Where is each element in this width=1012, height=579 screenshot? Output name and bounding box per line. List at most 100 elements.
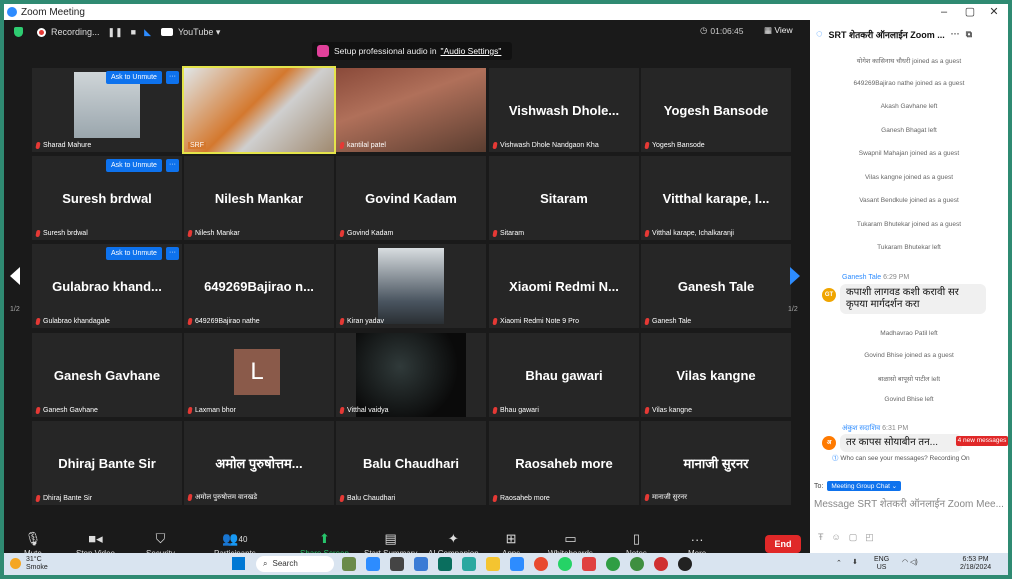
system-message: Akash Gavhane left bbox=[880, 103, 938, 110]
more-icon: ··· bbox=[690, 531, 704, 547]
lang-code: ENG bbox=[874, 556, 890, 563]
participant-tile[interactable]: L Laxman bhor bbox=[184, 333, 334, 417]
ask-to-unmute-button[interactable]: Ask to Unmute bbox=[106, 159, 162, 172]
system-message: Swapnil Mahajan joined as a guest bbox=[858, 150, 960, 157]
tray-app-icon[interactable]: ⬇ bbox=[852, 559, 858, 567]
system-message: 649269Bajirao nathe joined as a guest bbox=[853, 79, 965, 87]
taskbar-app-icon[interactable] bbox=[510, 557, 524, 571]
participant-tile[interactable]: Raosaheb more Raosaheb more bbox=[489, 421, 639, 505]
participant-tile[interactable]: Bhau gawari Bhau gawari bbox=[489, 333, 639, 417]
chrome-icon[interactable] bbox=[606, 557, 620, 571]
chat-input-toolbar: Ŧ☺▢◰ bbox=[818, 532, 882, 543]
previous-page-arrow-icon[interactable] bbox=[10, 267, 20, 285]
taskbar-app-icon[interactable] bbox=[462, 557, 476, 571]
taskbar-app-icon[interactable] bbox=[582, 557, 596, 571]
whatsapp-icon[interactable] bbox=[558, 557, 572, 571]
recipient-dropdown[interactable]: Meeting Group Chat ⌄ bbox=[827, 481, 902, 491]
next-page-arrow-icon[interactable] bbox=[790, 267, 800, 285]
file-explorer-icon[interactable] bbox=[486, 557, 500, 571]
participant-tile[interactable]: Nilesh Mankar Nilesh Mankar bbox=[184, 156, 334, 240]
taskbar-search[interactable]: ⌕ Search bbox=[256, 556, 334, 572]
participant-tile[interactable]: Ask to Unmute ··· Sharad Mahure bbox=[32, 68, 182, 152]
participant-label: Vishwash Dhole Nandgaon Kha bbox=[492, 142, 599, 149]
muted-mic-icon bbox=[339, 407, 345, 414]
new-messages-button[interactable]: 4 new messages ↓ bbox=[956, 436, 1008, 454]
system-message: Govind Bhise left bbox=[884, 396, 934, 403]
participant-tile[interactable]: Vishwash Dhole... Vishwash Dhole Nandgaon… bbox=[489, 68, 639, 152]
participant-label-text: Vishwash Dhole Nandgaon Kha bbox=[500, 142, 599, 149]
participant-tile[interactable]: Balu Chaudhari Balu Chaudhari bbox=[336, 421, 486, 505]
taskbar-app-icon[interactable] bbox=[678, 557, 692, 571]
screenshot-icon[interactable]: ◰ bbox=[865, 532, 882, 542]
taskbar-app-icon[interactable] bbox=[342, 557, 356, 571]
participant-tile[interactable]: Vilas kangne Vilas kangne bbox=[641, 333, 791, 417]
participant-tile[interactable]: Xiaomi Redmi N... Xiaomi Redmi Note 9 Pro bbox=[489, 244, 639, 328]
participant-tile[interactable]: अमोल पुरुषोत्तम... अमोल पुरुषोत्तम वानखडे bbox=[184, 421, 334, 505]
tray-overflow-icon[interactable]: ⌃ bbox=[836, 560, 842, 568]
participant-tile[interactable]: Suresh brdwal Ask to Unmute ··· Suresh brdw… bbox=[32, 156, 182, 240]
participant-tile[interactable]: Ganesh Tale Ganesh Tale bbox=[641, 244, 791, 328]
ask-to-unmute-button[interactable]: Ask to Unmute bbox=[106, 247, 162, 260]
participant-tile[interactable]: Sitaram Sitaram bbox=[489, 156, 639, 240]
participant-tile[interactable]: Gulabrao khand... Ask to Unmute ··· Gulabra… bbox=[32, 244, 182, 328]
muted-mic-icon bbox=[492, 230, 498, 237]
pause-recording-icon[interactable]: ❚❚ bbox=[108, 27, 123, 38]
participant-label-text: Laxman bhor bbox=[195, 407, 236, 414]
participant-tile[interactable]: Govind Kadam Govind Kadam bbox=[336, 156, 486, 240]
participant-tile[interactable]: Vitthal karape, I... Vitthal karape, Icha… bbox=[641, 156, 791, 240]
shield-icon[interactable] bbox=[14, 27, 23, 37]
clock-date: 2/18/2024 bbox=[960, 564, 992, 571]
participant-name: Xiaomi Redmi N... bbox=[509, 278, 619, 294]
file-icon[interactable]: ▢ bbox=[849, 532, 866, 542]
muted-mic-icon bbox=[339, 230, 345, 237]
minimize-button[interactable]: – bbox=[930, 4, 958, 20]
recording-notice[interactable]: ⓵ Who can see your messages? Recording O… bbox=[832, 452, 970, 462]
popout-icon[interactable]: ⧉ bbox=[966, 29, 972, 40]
stop-recording-icon[interactable]: ■ bbox=[131, 27, 136, 37]
live-stream-dropdown[interactable]: YouTube ▾ bbox=[178, 27, 220, 38]
tile-more-button[interactable]: ··· bbox=[166, 71, 179, 84]
taskbar-app-icon[interactable] bbox=[438, 557, 452, 571]
audio-settings-link[interactable]: "Audio Settings" bbox=[441, 46, 502, 56]
tile-more-button[interactable]: ··· bbox=[166, 247, 179, 260]
tile-more-button[interactable]: ··· bbox=[166, 159, 179, 172]
recipient-row: To: Meeting Group Chat ⌄ bbox=[814, 481, 902, 491]
windows-start-icon[interactable] bbox=[232, 557, 245, 570]
chrome-icon[interactable] bbox=[534, 557, 548, 571]
format-icon[interactable]: Ŧ bbox=[818, 532, 832, 542]
participant-tile[interactable]: 649269Bajirao n... 649269Bajirao nathe bbox=[184, 244, 334, 328]
language-indicator[interactable]: ENG US bbox=[874, 556, 889, 572]
participant-name: 649269Bajirao n... bbox=[204, 278, 314, 294]
taskbar-app-icon[interactable] bbox=[390, 557, 404, 571]
clock[interactable]: 6:53 PM 2/18/2024 bbox=[960, 556, 991, 572]
chrome-icon[interactable] bbox=[630, 557, 644, 571]
participant-label-text: Gulabrao khandagale bbox=[43, 318, 110, 325]
chat-more-icon[interactable]: ··· bbox=[951, 29, 960, 39]
weather-widget[interactable]: 31°C Smoke bbox=[26, 556, 48, 572]
end-meeting-button[interactable]: End bbox=[765, 535, 801, 553]
chat-bubble-icon: ◌ bbox=[816, 28, 823, 40]
participant-tile[interactable]: Kiran yadav bbox=[336, 244, 486, 328]
emoji-icon[interactable]: ☺ bbox=[832, 532, 849, 542]
participant-tile[interactable]: Dhiraj Bante Sir Dhiraj Bante Sir bbox=[32, 421, 182, 505]
message-time: 6:29 PM bbox=[883, 274, 910, 281]
participant-label-text: Ganesh Tale bbox=[652, 318, 692, 325]
view-button[interactable]: ▦ View bbox=[764, 25, 793, 36]
zoom-taskbar-icon[interactable] bbox=[366, 557, 380, 571]
participant-label: Ganesh Tale bbox=[644, 318, 692, 325]
close-window-button[interactable]: ✕ bbox=[980, 4, 1008, 20]
message-sender: अंकुश सदाशिव 6:31 PM bbox=[842, 424, 908, 433]
chrome-icon[interactable] bbox=[654, 557, 668, 571]
participant-tile[interactable]: kantilal patel bbox=[336, 68, 486, 152]
participant-tile[interactable]: SRF bbox=[182, 66, 336, 154]
participant-tile[interactable]: Ganesh Gavhane Ganesh Gavhane bbox=[32, 333, 182, 417]
participant-tile[interactable]: Vitthal vaidya bbox=[336, 333, 486, 417]
taskbar-app-icon[interactable] bbox=[414, 557, 428, 571]
ask-to-unmute-button[interactable]: Ask to Unmute bbox=[106, 71, 162, 84]
muted-mic-icon bbox=[492, 142, 498, 149]
participant-label-text: SRF bbox=[188, 142, 206, 149]
participant-tile[interactable]: मानाजी सुरनर मानाजी सुरनर bbox=[641, 421, 791, 505]
chat-message-input[interactable]: Message SRT शेतकरी ऑनलाईन Zoom Mee... bbox=[814, 496, 1008, 510]
participant-tile[interactable]: Yogesh Bansode Yogesh Bansode bbox=[641, 68, 791, 152]
network-icon[interactable]: ◠ ◁) bbox=[902, 559, 918, 567]
